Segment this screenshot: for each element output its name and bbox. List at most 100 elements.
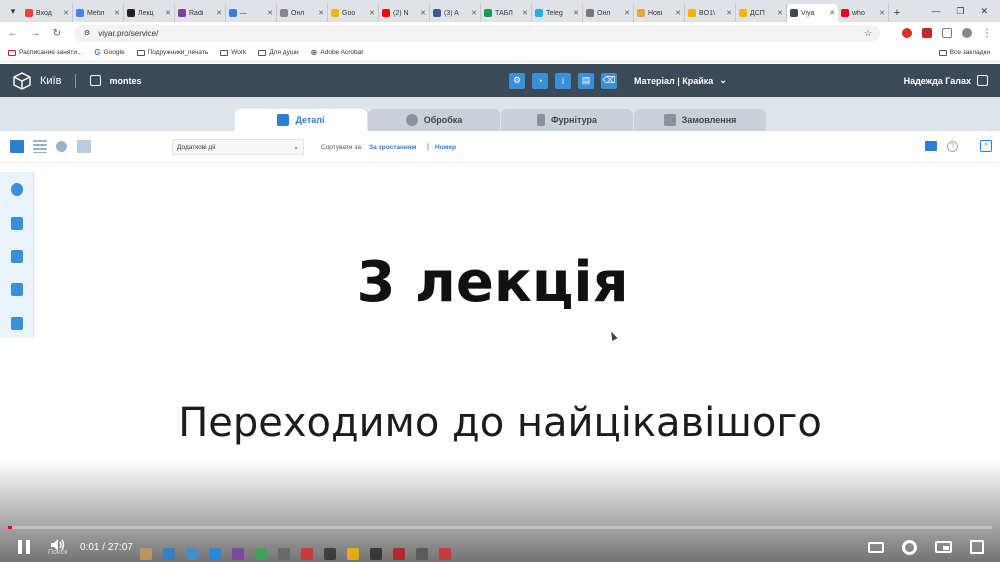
settings-gear-icon[interactable]: [56, 141, 67, 152]
tab-close-icon[interactable]: ✕: [624, 9, 630, 17]
trash-icon[interactable]: ⌫: [601, 72, 617, 89]
list-view-icon[interactable]: [33, 140, 47, 153]
taskbar-app-icon[interactable]: [209, 547, 221, 560]
speedometer-icon[interactable]: ◔: [532, 72, 548, 89]
tab-close-icon[interactable]: ✕: [267, 9, 273, 17]
logo-area[interactable]: Київ montes: [0, 71, 141, 91]
bookmark-folder-work[interactable]: Work: [220, 49, 246, 56]
tab-close-icon[interactable]: ✕: [369, 9, 375, 17]
bookmark-adobe-acrobat[interactable]: ⊕ Adobe Acrobat: [311, 48, 363, 57]
taskbar-app-icon[interactable]: [163, 547, 175, 560]
browser-tab[interactable]: Онл ✕: [277, 4, 328, 22]
maximize-icon[interactable]: ❐: [956, 6, 964, 17]
miniplayer-icon[interactable]: [935, 541, 952, 553]
browser-tab[interactable]: who ✕: [838, 4, 889, 22]
city-label[interactable]: Київ: [40, 75, 61, 87]
reload-icon[interactable]: ↻: [52, 28, 62, 39]
user-menu[interactable]: Надежда Галах: [904, 75, 988, 86]
tab-close-icon[interactable]: ✕: [471, 9, 477, 17]
tab-close-icon[interactable]: ✕: [829, 9, 835, 17]
browser-tab[interactable]: (2) N ✕: [379, 4, 430, 22]
add-file-icon[interactable]: [11, 217, 23, 230]
tab-close-icon[interactable]: ✕: [675, 9, 681, 17]
bookmark-folder-dlya-dushi[interactable]: Для души: [258, 49, 299, 56]
browser-tab[interactable]: Teleg ✕: [532, 4, 583, 22]
taskbar-app-icon[interactable]: [278, 547, 290, 560]
tab-close-icon[interactable]: ✕: [318, 9, 324, 17]
taskbar-app-icon[interactable]: [324, 547, 336, 560]
tab-hardware[interactable]: Фурнітура: [501, 109, 633, 131]
grid-view-icon[interactable]: [10, 140, 24, 153]
subtitles-icon[interactable]: [868, 541, 884, 553]
collapse-up-icon[interactable]: ^: [980, 140, 992, 152]
close-window-icon[interactable]: ✕: [980, 6, 988, 17]
browser-tab[interactable]: ДСП ✕: [736, 4, 787, 22]
taskbar-app-icon[interactable]: [370, 547, 382, 560]
browser-tab[interactable]: Лекц ✕: [124, 4, 175, 22]
tab-close-icon[interactable]: ✕: [573, 9, 579, 17]
sort-ascending-link[interactable]: За зростанням: [369, 144, 416, 151]
taskbar-app-icon[interactable]: [232, 547, 244, 560]
adblock-extension-icon[interactable]: [902, 28, 912, 38]
tab-order[interactable]: Замовлення: [634, 109, 766, 131]
browser-tab[interactable]: Мебл ✕: [73, 4, 124, 22]
tab-search-chevron-icon[interactable]: ▾: [4, 0, 22, 22]
forward-icon[interactable]: →: [30, 28, 40, 39]
tab-close-icon[interactable]: ✕: [420, 9, 426, 17]
info-icon[interactable]: i: [555, 72, 571, 89]
video-progress-bar[interactable]: [8, 526, 992, 529]
tab-close-icon[interactable]: ✕: [114, 9, 120, 17]
tab-close-icon[interactable]: ✕: [879, 9, 885, 17]
print-icon[interactable]: [925, 141, 937, 151]
settings-gear-icon[interactable]: [902, 539, 917, 555]
additional-actions-select[interactable]: Додаткові дії ⌄: [172, 139, 304, 155]
taskbar-app-icon[interactable]: [140, 547, 152, 560]
taskbar-app-icon[interactable]: [347, 547, 359, 560]
pdf-extension-icon[interactable]: [922, 28, 932, 38]
clipboard-icon[interactable]: [11, 317, 23, 330]
new-tab-button[interactable]: +: [889, 4, 905, 22]
taskbar-app-icon[interactable]: [416, 547, 428, 560]
taskbar-app-icon[interactable]: [393, 547, 405, 560]
browser-tab[interactable]: BO1\ ✕: [685, 4, 736, 22]
browser-tab[interactable]: Goo ✕: [328, 4, 379, 22]
material-menu[interactable]: Матеріал | Крайка ⌄: [634, 75, 727, 86]
address-bar[interactable]: ⚙ viyar.pro/service/ ☆: [74, 24, 880, 42]
browser-tab[interactable]: Нові ✕: [634, 4, 685, 22]
profile-avatar[interactable]: [962, 28, 972, 38]
browser-menu-icon[interactable]: ⋮: [982, 28, 992, 39]
help-icon[interactable]: ?: [947, 140, 958, 152]
browser-tab[interactable]: — ✕: [226, 4, 277, 22]
tab-close-icon[interactable]: ✕: [777, 9, 783, 17]
taskbar-app-icon[interactable]: [255, 547, 267, 560]
settings-gear-icon[interactable]: ⚙: [509, 72, 525, 89]
fullscreen-icon[interactable]: [970, 540, 984, 554]
browser-tab[interactable]: (3) A ✕: [430, 4, 481, 22]
pause-button[interactable]: [18, 537, 30, 557]
browser-tab[interactable]: Radi ✕: [175, 4, 226, 22]
taskbar-app-icon[interactable]: [301, 547, 313, 560]
document-icon[interactable]: ▤: [578, 72, 594, 89]
browser-tab[interactable]: Вход ✕: [22, 4, 73, 22]
bookmark-folder-podruzhniki[interactable]: Подружники_печать: [136, 49, 208, 56]
bookmark-google[interactable]: G Google: [94, 48, 124, 57]
browser-tab[interactable]: ТАБЛ ✕: [481, 4, 532, 22]
tab-processing[interactable]: Обробка: [368, 109, 500, 131]
bookmark-star-icon[interactable]: ☆: [864, 28, 872, 39]
basket-icon[interactable]: [77, 140, 91, 153]
tab-close-icon[interactable]: ✕: [165, 9, 171, 17]
all-bookmarks[interactable]: Все закладки: [938, 49, 1000, 56]
volume-button[interactable]: [50, 537, 66, 553]
tab-close-icon[interactable]: ✕: [726, 9, 732, 17]
browser-tab[interactable]: Viya ✕: [787, 4, 838, 22]
sort-number-link[interactable]: Номер: [435, 144, 456, 151]
site-info-icon[interactable]: ⚙: [84, 29, 90, 37]
tab-details[interactable]: Деталі: [235, 109, 367, 131]
tab-close-icon[interactable]: ✕: [63, 9, 69, 17]
edit-icon[interactable]: [90, 75, 102, 86]
back-icon[interactable]: ←: [8, 28, 18, 39]
tab-close-icon[interactable]: ✕: [522, 9, 528, 17]
tab-close-icon[interactable]: ✕: [216, 9, 222, 17]
taskbar-app-icon[interactable]: [439, 547, 451, 560]
bookmark-schedule[interactable]: Расписание заняти...: [8, 49, 82, 56]
